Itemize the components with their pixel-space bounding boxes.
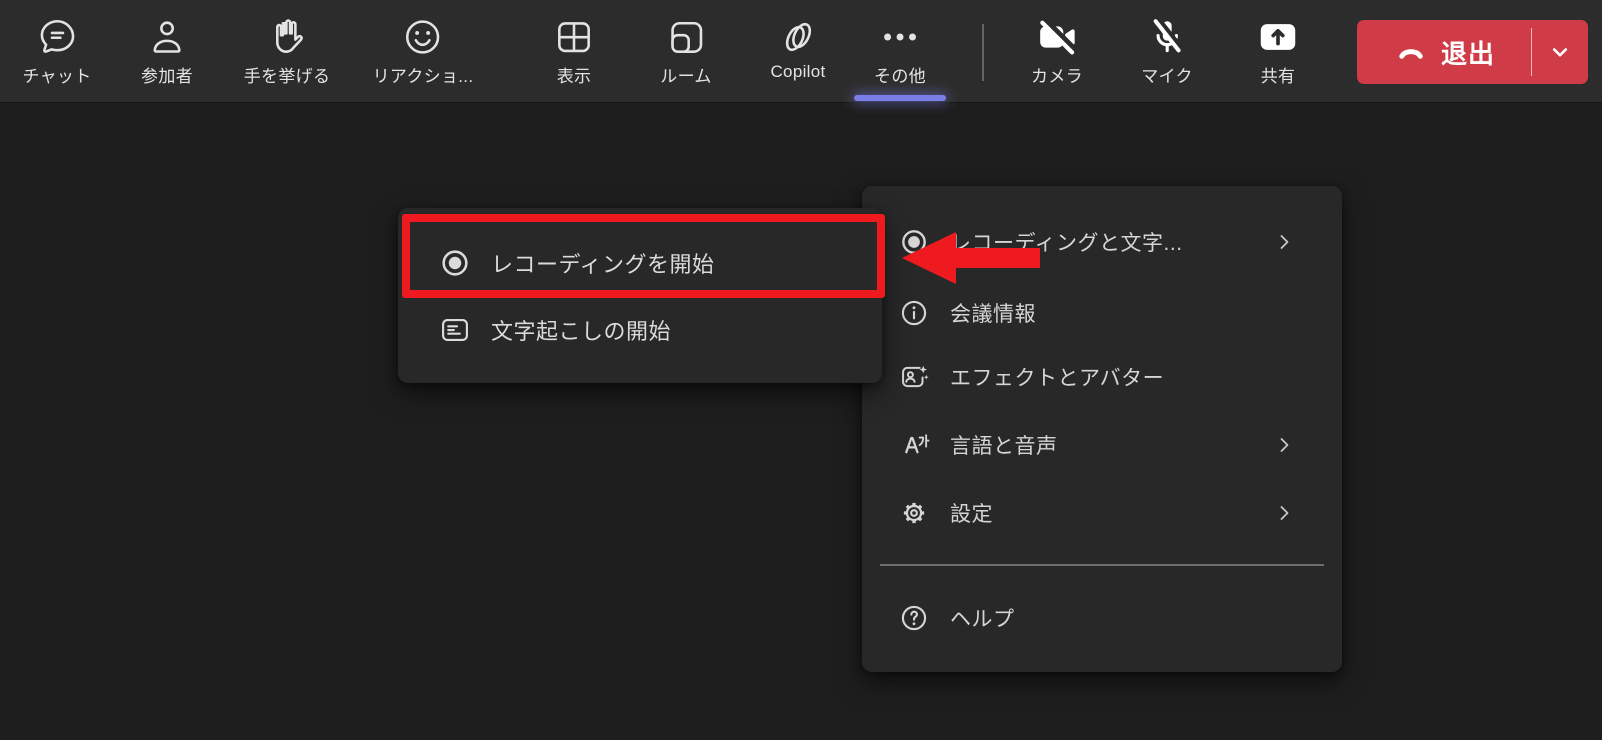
menu-item-start-recording[interactable]: レコーディングを開始: [408, 230, 872, 296]
toolbar-item-label: ルーム: [660, 62, 711, 87]
toolbar-item-rooms[interactable]: ルーム: [660, 0, 711, 103]
menu-item-label: レコーディングと文字...: [950, 227, 1183, 257]
chat-icon: [35, 15, 79, 59]
toolbar-item-label: 参加者: [141, 62, 193, 87]
menu-item-label: エフェクトとアバター: [950, 362, 1164, 392]
effects-icon: [898, 361, 930, 393]
recording-submenu: レコーディングを開始 文字起こしの開始: [398, 208, 882, 383]
settings-icon: [898, 497, 930, 529]
toolbar-item-more[interactable]: その他: [874, 0, 926, 103]
toolbar-item-raise-hand[interactable]: 手を挙げる: [244, 0, 331, 103]
record-icon: [438, 246, 472, 280]
toolbar-item-label: 手を挙げる: [244, 62, 331, 87]
toolbar-item-share[interactable]: 共有: [1256, 0, 1300, 103]
reactions-icon: [401, 15, 445, 59]
toolbar-item-label: リアクショ...: [373, 62, 474, 87]
active-tab-underline: [854, 95, 946, 101]
toolbar-item-label: その他: [874, 62, 926, 87]
menu-item-label: レコーディングを開始: [491, 247, 714, 279]
mic-off-icon: [1145, 15, 1189, 59]
menu-item-label: ヘルプ: [950, 603, 1015, 633]
camera-off-icon: [1035, 15, 1079, 59]
chevron-down-icon: [1546, 38, 1574, 66]
leave-button-main[interactable]: 退出: [1357, 20, 1531, 84]
teams-meeting-window: { "toolbar": { "items": [ { "label": "チャ…: [0, 0, 1602, 740]
leave-options-button[interactable]: [1532, 20, 1588, 84]
more-menu: レコーディングと文字... 会議情報 エフェクトとアバター 言語と音声: [862, 186, 1342, 672]
toolbar-item-reactions[interactable]: リアクショ...: [373, 0, 474, 103]
share-icon: [1256, 15, 1300, 59]
chevron-right-icon: [1272, 433, 1296, 457]
toolbar-item-copilot[interactable]: Copilot: [770, 0, 825, 103]
toolbar-item-chat[interactable]: チャット: [22, 0, 91, 103]
menu-item-start-transcription[interactable]: 文字起こしの開始: [408, 304, 872, 356]
language-icon: [898, 429, 930, 461]
menu-item-help[interactable]: ヘルプ: [872, 595, 1332, 641]
toolbar-item-label: 共有: [1261, 62, 1296, 87]
meeting-toolbar: チャット 参加者 手を挙げる リアクショ... 表示: [0, 0, 1602, 103]
rooms-icon: [664, 15, 708, 59]
info-icon: [898, 297, 930, 329]
toolbar-item-label: マイク: [1141, 62, 1193, 87]
record-icon: [898, 226, 930, 258]
menu-divider: [880, 564, 1324, 566]
toolbar-item-label: 表示: [557, 62, 592, 87]
menu-item-settings[interactable]: 設定: [872, 490, 1332, 536]
copilot-icon: [776, 15, 820, 59]
toolbar-item-participants[interactable]: 参加者: [141, 0, 193, 103]
menu-item-meeting-info[interactable]: 会議情報: [872, 290, 1332, 336]
menu-item-label: 設定: [950, 498, 993, 528]
menu-item-recording-and-transcript[interactable]: レコーディングと文字...: [872, 219, 1332, 265]
more-icon: [878, 15, 922, 59]
raise-hand-icon: [265, 15, 309, 59]
toolbar-divider: [982, 24, 984, 81]
participants-icon: [145, 15, 189, 59]
chevron-right-icon: [1272, 230, 1296, 254]
toolbar-item-label: Copilot: [770, 62, 825, 82]
toolbar-item-view[interactable]: 表示: [552, 0, 596, 103]
leave-button-label: 退出: [1441, 34, 1495, 71]
help-icon: [898, 602, 930, 634]
view-icon: [552, 15, 596, 59]
menu-item-language-speech[interactable]: 言語と音声: [872, 422, 1332, 468]
toolbar-item-camera[interactable]: カメラ: [1031, 0, 1083, 103]
hangup-icon: [1393, 37, 1429, 67]
toolbar-item-mic[interactable]: マイク: [1141, 0, 1193, 103]
menu-item-label: 文字起こしの開始: [491, 314, 671, 346]
leave-button[interactable]: 退出: [1357, 20, 1588, 84]
menu-item-label: 言語と音声: [950, 430, 1058, 460]
menu-item-label: 会議情報: [950, 298, 1036, 328]
toolbar-item-label: カメラ: [1031, 62, 1083, 87]
toolbar-item-label: チャット: [22, 62, 91, 87]
chevron-right-icon: [1272, 501, 1296, 525]
menu-item-effects-avatars[interactable]: エフェクトとアバター: [872, 354, 1332, 400]
transcript-icon: [438, 313, 472, 347]
